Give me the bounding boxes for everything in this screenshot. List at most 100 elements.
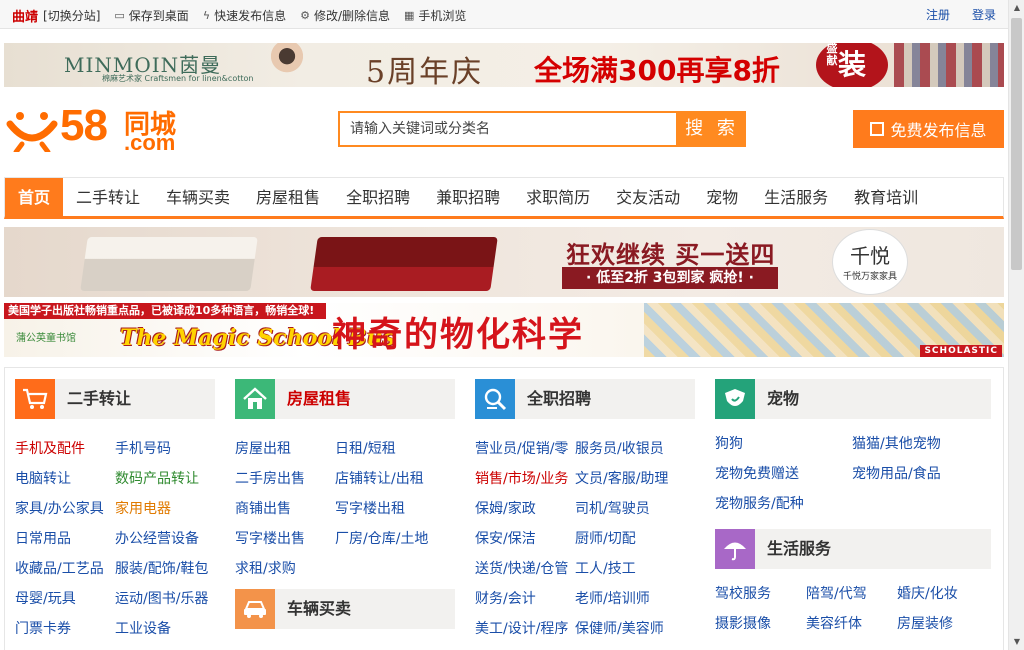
category-link[interactable]: 房屋出租 [235,434,335,464]
car-icon [235,589,275,629]
quick-publish-link[interactable]: ϟ 快速发布信息 [203,7,286,24]
nav-vehicles[interactable]: 车辆买卖 [153,178,243,216]
category-link[interactable]: 销售/市场/业务 [475,464,575,494]
nav-parttime-jobs[interactable]: 兼职招聘 [423,178,513,216]
link-row: 宠物免费赠送 宠物用品/食品 [715,459,992,489]
category-link[interactable]: 司机/驾驶员 [575,494,695,524]
category-header-pets[interactable]: 宠物 [715,379,991,419]
ad-brand-tagline: 棉麻艺术家 Craftsmen for linen&cotton [102,74,254,83]
category-link[interactable]: 陪驾/代驾 [806,579,897,609]
category-link[interactable]: 收藏品/工艺品 [15,554,115,584]
category-link[interactable]: 送货/快递/仓管 [475,554,575,584]
category-link[interactable]: 日常用品 [15,524,115,554]
nav-education[interactable]: 教育培训 [841,178,931,216]
category-header-life-services[interactable]: 生活服务 [715,529,991,569]
banner-furniture-ad[interactable]: 狂欢继续 买一送四 · 低至2折 3包到家 疯抢! · 千悦 千悦万家家具 [4,227,1004,297]
category-link[interactable]: 狗狗 [715,429,852,459]
nav-housing[interactable]: 房屋租售 [243,178,333,216]
banner-books-ad[interactable]: 美国学子出版社畅销重点品，已被译成10多种语言，畅销全球! 蒲公英童书馆 The… [4,303,1004,357]
category-link[interactable]: 房屋装修 [897,609,988,639]
edit-delete-link[interactable]: ⚙ 修改/删除信息 [300,7,390,24]
nav-secondhand[interactable]: 二手转让 [63,178,153,216]
nav-social[interactable]: 交友活动 [603,178,693,216]
category-link[interactable]: 商铺出售 [235,494,335,524]
category-link[interactable]: 保姆/家政 [475,494,575,524]
search-input[interactable]: 请输入关键词或分类名 [338,111,678,147]
lightning-icon: ϟ [202,9,211,22]
link-row: 房屋出租 日租/短租 [235,434,455,464]
category-title: 二手转让 [67,389,132,408]
category-link[interactable]: 门票卡券 [15,614,115,644]
category-link[interactable]: 宠物用品/食品 [852,459,992,489]
site-logo[interactable]: 58 同城 .com [6,102,192,155]
category-link[interactable]: 手机及配件 [15,434,115,464]
category-link[interactable]: 财务/会计 [475,584,575,614]
category-link[interactable]: 营业员/促销/零 [475,434,575,464]
category-link[interactable]: 老师/培训师 [575,584,695,614]
category-link[interactable]: 家具/办公家具 [15,494,115,524]
category-link[interactable]: 手机号码 [115,434,225,464]
nav-home[interactable]: 首页 [5,178,64,216]
search-button[interactable]: 搜 索 [678,111,746,147]
category-link[interactable]: 摄影摄像 [715,609,806,639]
category-links-jobs: 营业员/促销/零 服务员/收银员 销售/市场/业务 文员/客服/助理 保姆/家政 司机/驾… [475,434,695,644]
link-row: 保姆/家政 司机/驾驶员 [475,494,695,524]
category-link[interactable]: 店铺转让/出租 [335,464,455,494]
category-links-life-services: 驾校服务 陪驾/代驾 婚庆/化妆 摄影摄像 美容纤体 房屋装修 [715,579,988,639]
category-link[interactable]: 宠物免费赠送 [715,459,852,489]
category-link[interactable]: 婚庆/化妆 [897,579,988,609]
link-row: 驾校服务 陪驾/代驾 婚庆/化妆 [715,579,988,609]
category-link[interactable]: 二手房出售 [235,464,335,494]
category-link[interactable]: 母婴/玩具 [15,584,115,614]
category-link[interactable]: 美容纤体 [806,609,897,639]
category-link[interactable]: 工业设备 [115,614,225,644]
link-row: 保安/保洁 厨师/切配 [475,524,695,554]
category-link[interactable]: 日租/短租 [335,434,455,464]
nav-resumes[interactable]: 求职简历 [513,178,603,216]
save-to-desktop-link[interactable]: ▭ 保存到桌面 [114,7,188,24]
scroll-down-icon[interactable]: ▼ [1009,634,1024,650]
category-header-housing[interactable]: 房屋租售 [235,379,455,419]
link-row: 营业员/促销/零 服务员/收银员 [475,434,695,464]
register-link[interactable]: 注册 [926,6,950,23]
nav-life-services[interactable]: 生活服务 [751,178,841,216]
category-link[interactable]: 美工/设计/程序 [475,614,575,644]
login-link[interactable]: 登录 [972,6,996,23]
link-row: 日常用品 办公经营设备 [15,524,225,554]
nav-pets[interactable]: 宠物 [693,178,751,216]
category-link[interactable]: 保健师/美容师 [575,614,695,644]
category-link[interactable]: 写字楼出售 [235,524,335,554]
category-link[interactable]: 宠物服务/配种 [715,489,852,519]
category-link[interactable]: 猫猫/其他宠物 [852,429,992,459]
nav-fulltime-jobs[interactable]: 全职招聘 [333,178,423,216]
category-header-jobs[interactable]: 全职招聘 [475,379,695,419]
category-link[interactable]: 电脑转让 [15,464,115,494]
category-link[interactable]: 家用电器 [115,494,225,524]
category-link[interactable]: 写字楼出租 [335,494,455,524]
category-link[interactable]: 文员/客服/助理 [575,464,695,494]
category-link[interactable]: 求租/求购 [235,554,335,584]
vertical-scrollbar[interactable]: ▲ ▼ [1008,0,1024,650]
logo-domain: .com [124,130,176,155]
top-bar: 曲靖 [切换分站] ▭ 保存到桌面 ϟ 快速发布信息 ⚙ 修改/删除信息 ▦ 手机浏览 … [0,0,1008,29]
free-publish-button[interactable]: 免费发布信息 [853,110,1004,148]
category-link[interactable]: 运动/图书/乐器 [115,584,225,614]
category-link[interactable]: 厨师/切配 [575,524,695,554]
mobile-browse-link[interactable]: ▦ 手机浏览 [404,7,466,24]
scrollbar-thumb[interactable] [1011,18,1022,270]
category-link[interactable]: 服装/配饰/鞋包 [115,554,225,584]
category-link[interactable]: 驾校服务 [715,579,806,609]
category-header-secondhand[interactable]: 二手转让 [15,379,215,419]
category-header-vehicles[interactable]: 车辆买卖 [235,589,455,629]
category-link[interactable]: 服务员/收银员 [575,434,695,464]
category-link[interactable]: 厂房/仓库/土地 [335,524,455,554]
scroll-up-icon[interactable]: ▲ [1009,0,1024,16]
category-link[interactable]: 保安/保洁 [475,524,575,554]
qrcode-icon: ▦ [404,9,415,22]
category-link[interactable]: 工人/技工 [575,554,695,584]
category-link[interactable]: 办公经营设备 [115,524,225,554]
link-row: 收藏品/工艺品 服装/配饰/鞋包 [15,554,225,584]
banner-fashion-ad[interactable]: MINMOIN茵曼 棉麻艺术家 Craftsmen for linen&cott… [4,43,1004,87]
category-link[interactable]: 数码产品转让 [115,464,225,494]
switch-city-link[interactable]: [切换分站] [43,7,100,24]
